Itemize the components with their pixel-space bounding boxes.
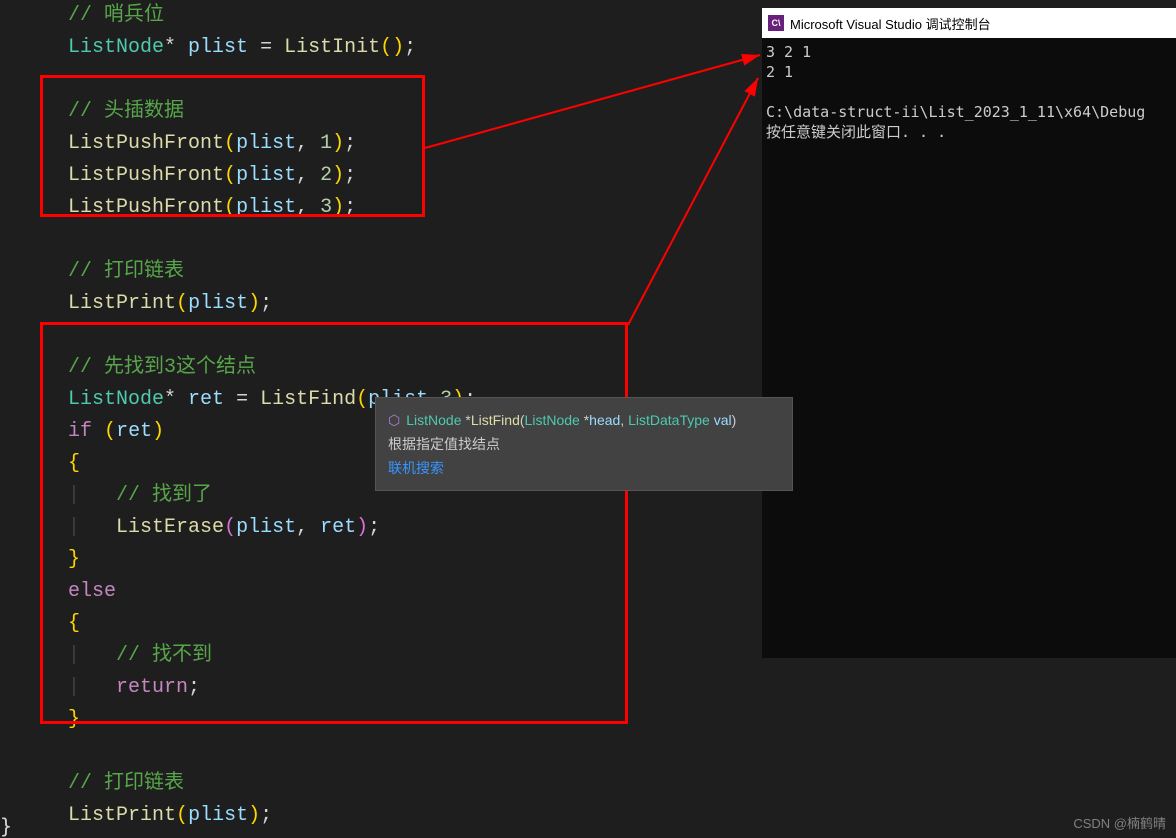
variable: ret	[116, 420, 152, 443]
console-window[interactable]: C\ Microsoft Visual Studio 调试控制台 3 2 1 2…	[762, 8, 1176, 658]
comment: // 头插数据	[68, 100, 184, 123]
if-keyword: if	[68, 420, 92, 443]
code-line: }	[20, 704, 1176, 736]
semicolon: ;	[344, 164, 356, 187]
code-line: ListPrint(plist);	[20, 800, 1176, 832]
comment: // 打印链表	[68, 772, 184, 795]
output-prompt: 按任意键关闭此窗口. . .	[766, 123, 946, 141]
paren-open: (	[176, 804, 188, 827]
eq: =	[224, 388, 260, 411]
output-line: 3 2 1	[766, 43, 811, 61]
console-output: 3 2 1 2 1 C:\data-struct-ii\List_2023_1_…	[762, 38, 1176, 658]
comma: ,	[296, 196, 320, 219]
tooltip-param-type: ListNode	[525, 412, 580, 428]
comment: // 哨兵位	[68, 4, 164, 27]
variable: plist	[188, 36, 248, 59]
paren-close: )	[152, 420, 164, 443]
return-keyword: return	[116, 676, 188, 699]
paren-open: (	[104, 420, 116, 443]
function-call: ListFind	[260, 388, 356, 411]
paren-close: )	[248, 292, 260, 315]
paren-open: (	[356, 388, 368, 411]
tooltip-param-name: head	[589, 412, 620, 428]
arg: plist	[236, 196, 296, 219]
arg: ret	[320, 516, 356, 539]
paren-close: )	[332, 164, 344, 187]
brace-close: }	[68, 708, 80, 731]
comment: // 先找到3这个结点	[68, 356, 256, 379]
eq: =	[248, 36, 284, 59]
function-call: ListPushFront	[68, 132, 224, 155]
star: *	[462, 412, 471, 428]
paren-close: )	[248, 804, 260, 827]
arg: plist	[236, 164, 296, 187]
cube-icon: ⬡	[388, 408, 400, 432]
brace-close: }	[68, 548, 80, 571]
paren-open: (	[224, 164, 236, 187]
code-line: | return;	[20, 672, 1176, 704]
number: 2	[320, 164, 332, 187]
comma: ,	[296, 164, 320, 187]
type: ListNode	[68, 388, 164, 411]
comma: ,	[296, 132, 320, 155]
watermark: CSDN @楠鹤晴	[1073, 813, 1166, 832]
vs-icon: C\	[768, 15, 784, 31]
semicolon: ;	[368, 516, 380, 539]
closing-brace: }	[0, 814, 12, 838]
paren-close: )	[332, 196, 344, 219]
output-path: C:\data-struct-ii\List_2023_1_11\x64\Deb…	[766, 103, 1145, 121]
arg: plist	[236, 516, 296, 539]
output-line: 2 1	[766, 63, 793, 81]
paren-close: )	[332, 132, 344, 155]
star: *	[164, 36, 188, 59]
paren-open: (	[224, 132, 236, 155]
tooltip-description: 根据指定值找结点	[388, 432, 780, 456]
paren-open: (	[224, 196, 236, 219]
number: 3	[320, 196, 332, 219]
brace-open: {	[68, 452, 80, 475]
semicolon: ;	[260, 292, 272, 315]
console-title: Microsoft Visual Studio 调试控制台	[790, 14, 991, 33]
brace-open: {	[68, 612, 80, 635]
semicolon: ;	[188, 676, 200, 699]
arg: plist	[188, 804, 248, 827]
function-call: ListPrint	[68, 804, 176, 827]
variable: ret	[188, 388, 224, 411]
semicolon: ;	[344, 196, 356, 219]
console-titlebar[interactable]: C\ Microsoft Visual Studio 调试控制台	[762, 8, 1176, 38]
tooltip-search-link[interactable]: 联机搜索	[388, 456, 780, 480]
arg: plist	[188, 292, 248, 315]
tooltip-func-name: ListFind	[471, 412, 520, 428]
tooltip-param-type: ListDataType	[628, 412, 710, 428]
star: *	[164, 388, 188, 411]
tooltip-param-name: val	[714, 412, 732, 428]
tooltip-return-type: ListNode	[406, 412, 461, 428]
function-call: ListPushFront	[68, 196, 224, 219]
paren-open: (	[224, 516, 236, 539]
function-call: ListPushFront	[68, 164, 224, 187]
semicolon: ;	[260, 804, 272, 827]
paren-open: (	[176, 292, 188, 315]
comma: ,	[296, 516, 320, 539]
type: ListNode	[68, 36, 164, 59]
semicolon: ;	[404, 36, 416, 59]
arg: plist	[236, 132, 296, 155]
number: 1	[320, 132, 332, 155]
comment: // 找不到	[116, 644, 212, 667]
intellisense-tooltip: ⬡ ListNode *ListFind(ListNode *head, Lis…	[375, 397, 793, 491]
paren-close: )	[356, 516, 368, 539]
blank-line	[20, 736, 1176, 768]
code-line: // 打印链表	[20, 768, 1176, 800]
comment: // 打印链表	[68, 260, 184, 283]
function-call: ListPrint	[68, 292, 176, 315]
function-call: ListErase	[116, 516, 224, 539]
function-call: ListInit	[284, 36, 380, 59]
semicolon: ;	[344, 132, 356, 155]
else-keyword: else	[68, 580, 116, 603]
comment: // 找到了	[116, 484, 212, 507]
parens: ()	[380, 36, 404, 59]
